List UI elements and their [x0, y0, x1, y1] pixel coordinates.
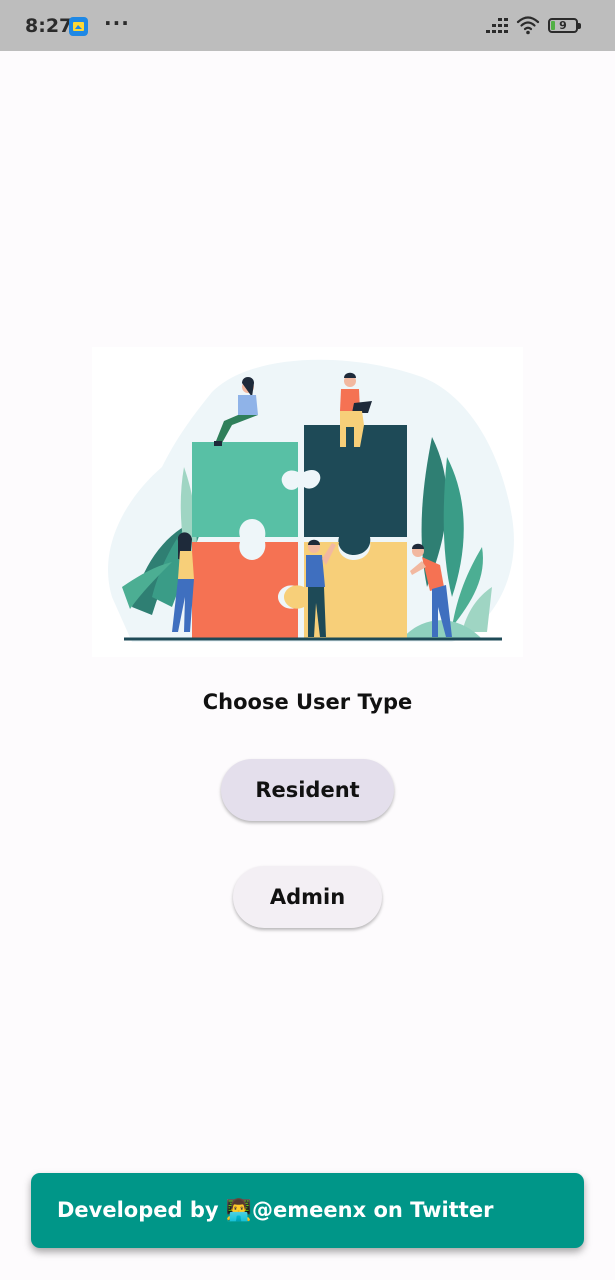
status-bar: 8:27 ··· 9 — [0, 0, 615, 51]
app-icon — [69, 17, 88, 36]
page-title: Choose User Type — [202, 690, 413, 714]
developer-snackbar: Developed by 👨‍💻@emeenx on Twitter — [31, 1173, 584, 1248]
admin-button[interactable]: Admin — [233, 866, 382, 928]
battery-level: 9 — [559, 19, 567, 32]
status-time: 8:27 — [25, 15, 73, 37]
snackbar-text: Developed by 👨‍💻@emeenx on Twitter — [57, 1198, 494, 1222]
resident-button[interactable]: Resident — [221, 759, 394, 821]
battery-icon: 9 — [548, 18, 581, 33]
puzzle-team-illustration — [92, 347, 523, 657]
wifi-icon — [516, 16, 540, 35]
signal-icon — [486, 18, 508, 33]
more-dots-icon: ··· — [104, 11, 130, 35]
